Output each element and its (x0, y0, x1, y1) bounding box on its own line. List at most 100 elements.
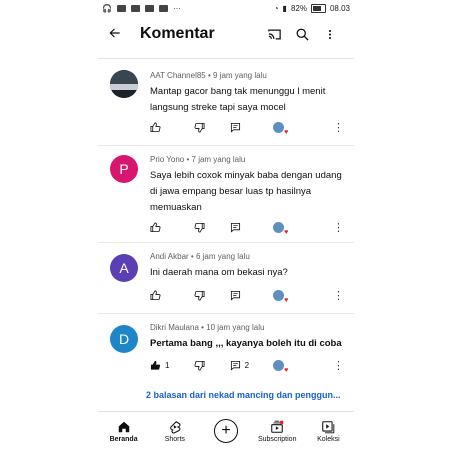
comment-text: Mantap gacor bang tak menunggu l menit l… (150, 86, 326, 113)
comment-time: 10 jam yang lalu (206, 323, 265, 332)
nav-library[interactable]: Koleksi (303, 412, 354, 450)
search-icon[interactable] (288, 27, 316, 42)
nav-label: Koleksi (317, 435, 340, 443)
nav-shorts[interactable]: Shorts (149, 412, 200, 450)
author-name[interactable]: Dikri Maulana (150, 323, 199, 332)
heart-icon: ♥ (284, 366, 289, 374)
create-icon: + (214, 419, 238, 443)
notification-icons: 🎧 ··· (102, 4, 181, 13)
comment-actions: ♥ ⋮ (150, 120, 344, 136)
like-button[interactable] (150, 122, 194, 133)
like-count: 1 (165, 360, 170, 370)
creator-avatar: ♥ (273, 289, 288, 304)
thumb-down-icon (194, 222, 205, 232)
like-button[interactable] (150, 222, 194, 233)
comment-more-icon[interactable]: ⋮ (333, 121, 344, 134)
wifi-icon: ◔ (273, 3, 279, 13)
creator-heart: ♥ (273, 121, 333, 136)
comment-actions: ♥ ⋮ (150, 288, 344, 304)
comment-item: D Dikri Maulana • 10 jam yang lalu Perta… (98, 313, 354, 413)
comment-actions: ♥ ⋮ (150, 220, 344, 236)
view-replies-link[interactable]: 2 balasan dari nekad mancing dan penggun… (146, 390, 341, 400)
author-name[interactable]: AAT Channel85 (150, 71, 206, 80)
comment-more-icon[interactable]: ⋮ (333, 289, 344, 302)
thumb-down-icon (194, 290, 205, 300)
comment-meta: AAT Channel85 • 9 jam yang lalu (150, 71, 267, 80)
comment-more-icon[interactable]: ⋮ (333, 359, 344, 372)
comment-item: A Andi Akbar • 6 jam yang lalu Ini daera… (98, 242, 354, 314)
comment-time: 7 jam yang lalu (191, 155, 246, 164)
avatar-letter: P (119, 161, 129, 177)
headphone-icon: 🎧 (102, 3, 112, 13)
avatar[interactable]: D (110, 325, 138, 353)
author-name[interactable]: Andi Akbar (150, 252, 189, 261)
creator-heart: ♥ (273, 289, 333, 304)
youtube-icon (158, 4, 168, 12)
nav-create[interactable]: + (200, 412, 251, 450)
reply-button[interactable] (230, 222, 274, 233)
system-icons: ◔ ▮ 82% 08.03 (273, 3, 350, 13)
thumb-up-icon (150, 222, 161, 232)
comment-time: 9 jam yang lalu (213, 71, 267, 80)
comment-icon (230, 290, 240, 300)
bottom-navigation: Beranda Shorts + Subscription Koleksi (98, 411, 354, 450)
creator-heart: ♥ (273, 359, 333, 374)
cast-icon[interactable] (260, 27, 288, 42)
clock: 08.03 (329, 3, 350, 13)
comment-time: 6 jam yang lalu (195, 252, 250, 261)
dislike-button[interactable] (194, 360, 230, 371)
reply-button[interactable] (230, 290, 274, 301)
creator-avatar: ♥ (273, 221, 288, 236)
more-vert-icon[interactable] (316, 27, 344, 42)
comment-icon (230, 222, 240, 232)
youtube-icon (116, 4, 126, 12)
comment-actions: 1 2 ♥ ⋮ (150, 358, 344, 374)
thumb-down-icon (194, 360, 205, 370)
avatar-letter: A (119, 260, 129, 276)
phone-screen: 🎧 ··· ◔ ▮ 82% 08.03 Komentar AAT Channel… (98, 0, 354, 450)
home-icon (118, 421, 129, 432)
heart-icon: ♥ (284, 296, 289, 304)
header: Komentar (98, 16, 354, 52)
reply-button[interactable]: 2 (230, 360, 274, 371)
page-title: Komentar (140, 25, 215, 42)
nav-label: Subscription (257, 435, 297, 443)
back-arrow-icon[interactable] (108, 24, 136, 45)
heart-icon: ♥ (284, 228, 289, 236)
nav-label: Beranda (109, 435, 138, 443)
avatar[interactable] (110, 70, 138, 98)
comment-text: Pertama bang ,,, kayanya boleh itu di co… (150, 338, 342, 349)
thumb-down-icon (194, 122, 205, 132)
battery-percent: 82% (290, 3, 307, 13)
more-notifications-icon: ··· (172, 3, 181, 13)
author-name[interactable]: Prio Yono (150, 155, 184, 164)
heart-icon: ♥ (284, 128, 289, 136)
youtube-icon (144, 4, 154, 12)
library-icon (322, 420, 335, 433)
like-button[interactable]: 1 (150, 360, 194, 371)
signal-icon: ▮ (282, 3, 287, 13)
like-button[interactable] (150, 290, 194, 301)
comment-meta: Dikri Maulana • 10 jam yang lalu (150, 323, 265, 332)
avatar[interactable]: P (110, 155, 138, 183)
comment-more-icon[interactable]: ⋮ (333, 221, 344, 234)
thumb-up-icon (150, 122, 161, 132)
reply-count: 2 (244, 360, 250, 370)
nav-home[interactable]: Beranda (98, 412, 149, 450)
nav-subscriptions[interactable]: Subscription (252, 412, 303, 450)
youtube-icon (130, 4, 140, 12)
avatar[interactable]: A (110, 254, 138, 282)
nav-label: Shorts (164, 435, 185, 443)
avatar-letter: D (118, 331, 130, 347)
dislike-button[interactable] (194, 122, 230, 133)
comment-item: AAT Channel85 • 9 jam yang lalu Mantap g… (98, 59, 354, 146)
dislike-button[interactable] (194, 290, 230, 301)
dislike-button[interactable] (194, 222, 230, 233)
thumb-up-icon (150, 290, 161, 300)
reply-button[interactable] (230, 122, 274, 133)
comment-text: Saya lebih coxok minyak baba dengan udan… (150, 170, 342, 213)
comment-icon (230, 360, 240, 370)
creator-avatar: ♥ (273, 359, 288, 374)
comment-meta: Andi Akbar • 6 jam yang lalu (150, 252, 250, 261)
shorts-icon (169, 420, 181, 433)
